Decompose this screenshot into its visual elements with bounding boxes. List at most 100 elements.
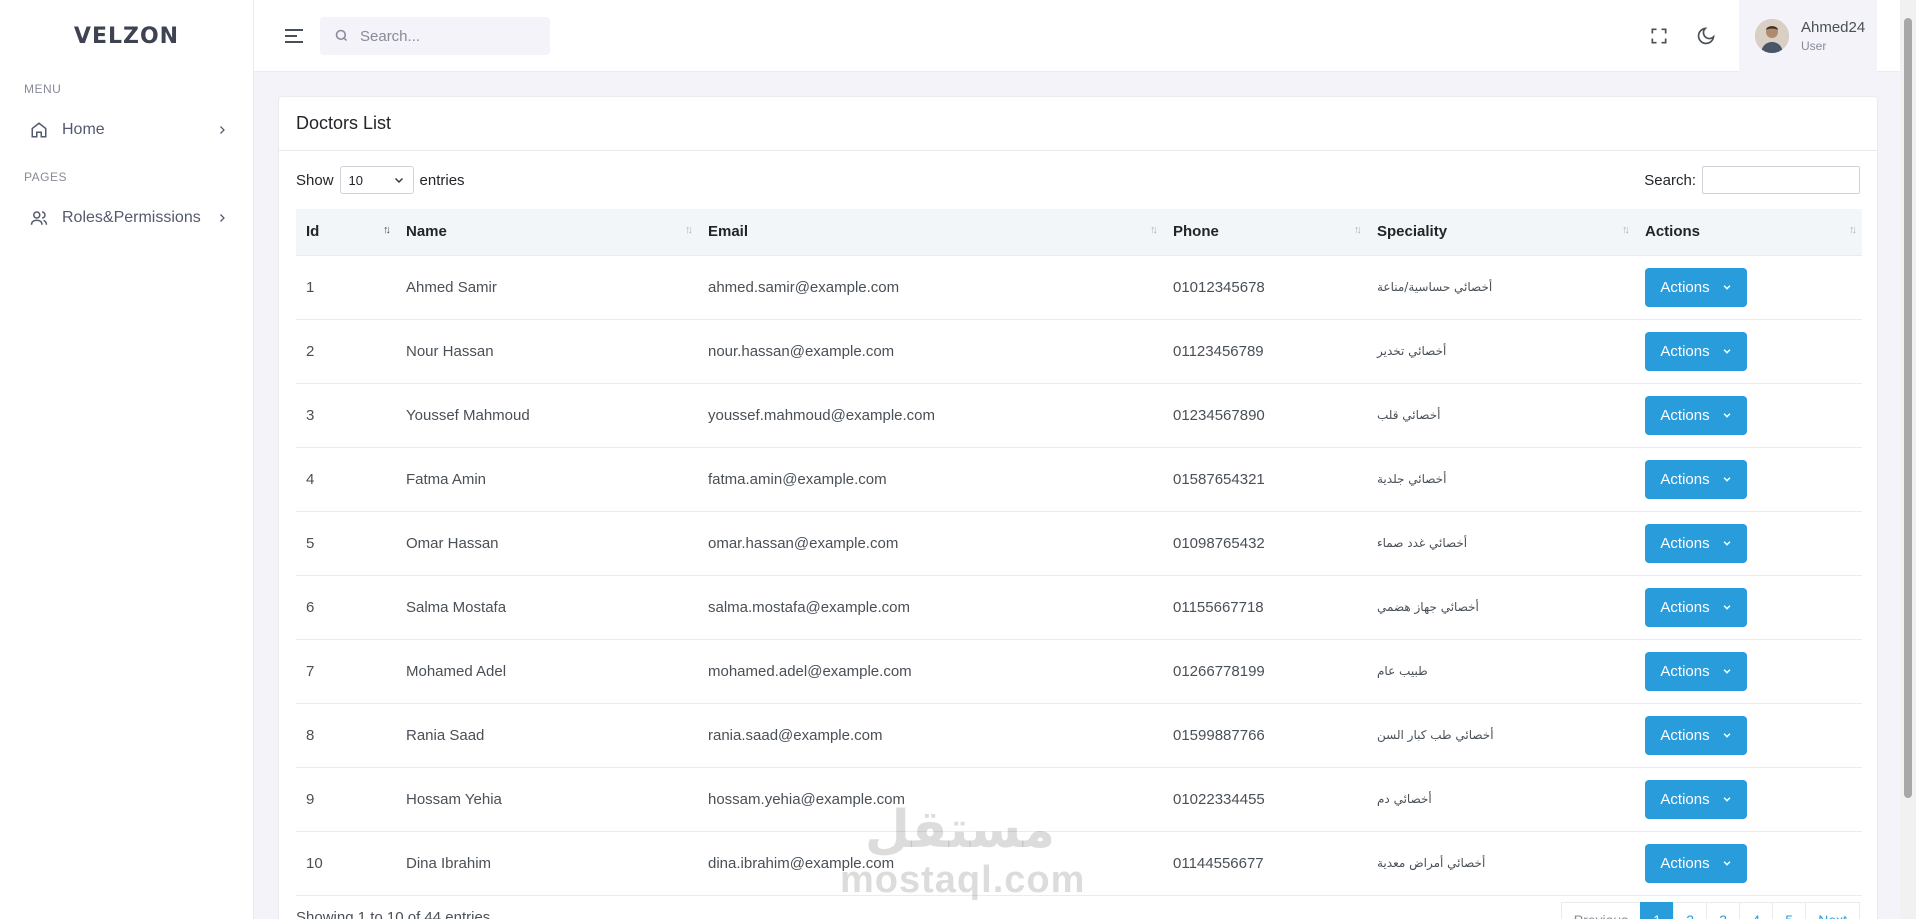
actions-button[interactable]: Actions (1645, 587, 1747, 627)
cell-actions: Actions (1635, 575, 1862, 640)
cell-name: Nour Hassan (396, 319, 698, 384)
table-info: Showing 1 to 10 of 44 entries (296, 909, 491, 919)
fullscreen-icon[interactable] (1647, 24, 1671, 48)
cell-name: Hossam Yehia (396, 767, 698, 832)
cell-id: 10 (296, 831, 396, 896)
actions-button[interactable]: Actions (1645, 523, 1747, 563)
chevron-down-icon (1723, 285, 1731, 290)
chevron-down-icon (1723, 605, 1731, 610)
sort-icon: ↑↓ (685, 224, 693, 236)
cell-id: 8 (296, 703, 396, 768)
chevron-down-icon (1723, 349, 1731, 354)
watermark-arabic: مستقل (864, 800, 1056, 860)
actions-button[interactable]: Actions (1645, 779, 1747, 819)
actions-button[interactable]: Actions (1645, 459, 1747, 499)
column-header-id[interactable]: Id ↑↓ (296, 209, 396, 256)
sidebar-item-label: Home (62, 121, 105, 138)
actions-button[interactable]: Actions (1645, 715, 1747, 755)
cell-actions: Actions (1635, 703, 1862, 768)
cell-speciality: أخصائي تخدير (1367, 319, 1635, 384)
cell-email: nour.hassan@example.com (698, 319, 1163, 384)
actions-button[interactable]: Actions (1645, 395, 1747, 435)
cell-email: mohamed.adel@example.com (698, 639, 1163, 704)
table-search-input[interactable] (1702, 166, 1860, 194)
page-button-1[interactable]: 1 (1640, 902, 1675, 919)
users-icon (28, 207, 50, 229)
column-header-email[interactable]: Email ↑↓ (698, 209, 1163, 256)
cell-name: Ahmed Samir (396, 255, 698, 320)
scrollbar[interactable] (1900, 0, 1916, 919)
column-header-phone[interactable]: Phone ↑↓ (1163, 209, 1367, 256)
cell-id: 7 (296, 639, 396, 704)
column-header-speciality[interactable]: Speciality ↑↓ (1367, 209, 1635, 256)
table-row: 7 Mohamed Adel mohamed.adel@example.com 012… (296, 639, 1862, 704)
table-controls: Show 10 entries Search: (296, 165, 1860, 195)
search-input[interactable] (360, 27, 540, 45)
chevron-down-icon (394, 177, 403, 184)
menu-toggle-icon[interactable] (282, 24, 306, 48)
table-row: 5 Omar Hassan omar.hassan@example.com 01098… (296, 511, 1862, 576)
actions-button-label: Actions (1660, 854, 1710, 872)
cell-name: Salma Mostafa (396, 575, 698, 640)
cell-phone: 01587654321 (1163, 447, 1367, 512)
table-row: 1 Ahmed Samir ahmed.samir@example.com 01012… (296, 255, 1862, 320)
page-length-value: 10 (348, 172, 363, 188)
page-button-3[interactable]: 3 (1706, 902, 1741, 919)
card-header: Doctors List (279, 97, 1877, 151)
column-header-name[interactable]: Name ↑↓ (396, 209, 698, 256)
sidebar-item-home[interactable]: Home (0, 108, 253, 152)
chevron-down-icon (1723, 797, 1731, 802)
actions-button-label: Actions (1660, 598, 1710, 616)
cell-phone: 01012345678 (1163, 255, 1367, 320)
logo[interactable]: VELZON (0, 0, 253, 72)
actions-button[interactable]: Actions (1645, 843, 1747, 883)
chevron-down-icon (1723, 861, 1731, 866)
user-name: Ahmed24 (1801, 19, 1866, 36)
table-row: 3 Youssef Mahmoud youssef.mahmoud@example.… (296, 383, 1862, 448)
page-button-2[interactable]: 2 (1673, 902, 1708, 919)
cell-phone: 01098765432 (1163, 511, 1367, 576)
cell-id: 1 (296, 255, 396, 320)
user-dropdown[interactable]: Ahmed24 User (1739, 0, 1877, 72)
actions-button[interactable]: Actions (1645, 267, 1747, 307)
show-label: Show (296, 171, 334, 189)
cell-phone: 01266778199 (1163, 639, 1367, 704)
actions-button[interactable]: Actions (1645, 651, 1747, 691)
dark-mode-icon[interactable] (1694, 24, 1718, 48)
sidebar: VELZON MENU Home PAGES Roles&Permissions (0, 0, 254, 919)
cell-id: 5 (296, 511, 396, 576)
sidebar-item-roles[interactable]: Roles&Permissions (0, 196, 253, 240)
table-row: 4 Fatma Amin fatma.amin@example.com 0158765… (296, 447, 1862, 512)
page-button-4[interactable]: 4 (1739, 902, 1774, 919)
entries-label: entries (419, 171, 465, 189)
actions-button-label: Actions (1660, 470, 1710, 488)
pagination: Previous 1 2 3 4 5 Next (1560, 902, 1860, 919)
cell-speciality: أخصائي طب كبار السن (1367, 703, 1635, 768)
search-label: Search: (1644, 171, 1696, 189)
actions-button-label: Actions (1660, 790, 1710, 808)
actions-button[interactable]: Actions (1645, 331, 1747, 371)
menu-section-title: MENU (24, 82, 62, 96)
sort-icon: ↑↓ (1849, 224, 1857, 236)
cell-name: Youssef Mahmoud (396, 383, 698, 448)
column-header-actions[interactable]: Actions ↑↓ (1635, 209, 1862, 256)
pages-section-title: PAGES (24, 170, 67, 184)
doctors-table: Id ↑↓ Name ↑↓ Email ↑↓ Phone ↑↓ Speciality ↑↓… (296, 209, 1862, 896)
cell-name: Mohamed Adel (396, 639, 698, 704)
chevron-down-icon (1723, 541, 1731, 546)
cell-name: Omar Hassan (396, 511, 698, 576)
scrollbar-thumb[interactable] (1904, 18, 1912, 798)
page-title: Doctors List (296, 113, 392, 133)
actions-button-label: Actions (1660, 278, 1710, 296)
next-page-button[interactable]: Next (1805, 902, 1860, 919)
chevron-down-icon (1723, 477, 1731, 482)
cell-email: youssef.mahmoud@example.com (698, 383, 1163, 448)
topbar: Ahmed24 User (254, 0, 1900, 72)
cell-speciality: أخصائي حساسية/مناعة (1367, 255, 1635, 320)
page-length-select[interactable]: 10 (339, 166, 414, 194)
page-button-5[interactable]: 5 (1772, 902, 1807, 919)
cell-phone: 01022334455 (1163, 767, 1367, 832)
previous-page-button[interactable]: Previous (1560, 902, 1642, 919)
user-role: User (1801, 39, 1827, 53)
cell-actions: Actions (1635, 447, 1862, 512)
